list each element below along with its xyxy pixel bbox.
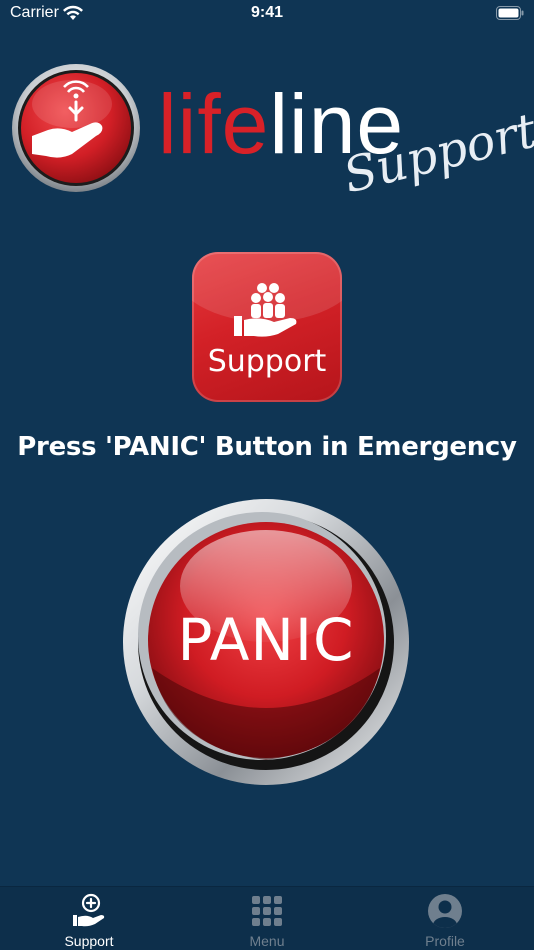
tab-menu[interactable]: Menu <box>178 887 356 950</box>
user-avatar-icon <box>428 894 462 928</box>
tab-menu-label: Menu <box>249 933 285 949</box>
tab-profile[interactable]: Profile <box>356 887 534 950</box>
tab-support-label: Support <box>64 933 114 949</box>
support-button[interactable]: Support <box>192 252 342 402</box>
panic-button[interactable]: PANIC <box>122 498 410 786</box>
tab-profile-label: Profile <box>425 933 465 949</box>
logo-word-life: life <box>158 77 270 171</box>
panic-button-label: PANIC <box>177 606 355 674</box>
support-button-label: Support <box>207 344 327 379</box>
tab-support[interactable]: Support <box>0 887 178 950</box>
people-in-hand-icon <box>234 283 297 337</box>
battery-icon <box>496 6 524 20</box>
instruction-text: Press 'PANIC' Button in Emergency <box>17 432 517 462</box>
hand-signal-icon <box>12 64 140 192</box>
grid-icon <box>252 896 282 926</box>
hand-plus-icon <box>73 893 105 927</box>
tab-bar: Support Menu Profile <box>0 886 534 950</box>
status-bar: Carrier 9:41 <box>0 0 534 28</box>
clock: 9:41 <box>250 4 284 21</box>
app-screen: Carrier 9:41 lifeline Support Support Pr… <box>0 0 534 950</box>
